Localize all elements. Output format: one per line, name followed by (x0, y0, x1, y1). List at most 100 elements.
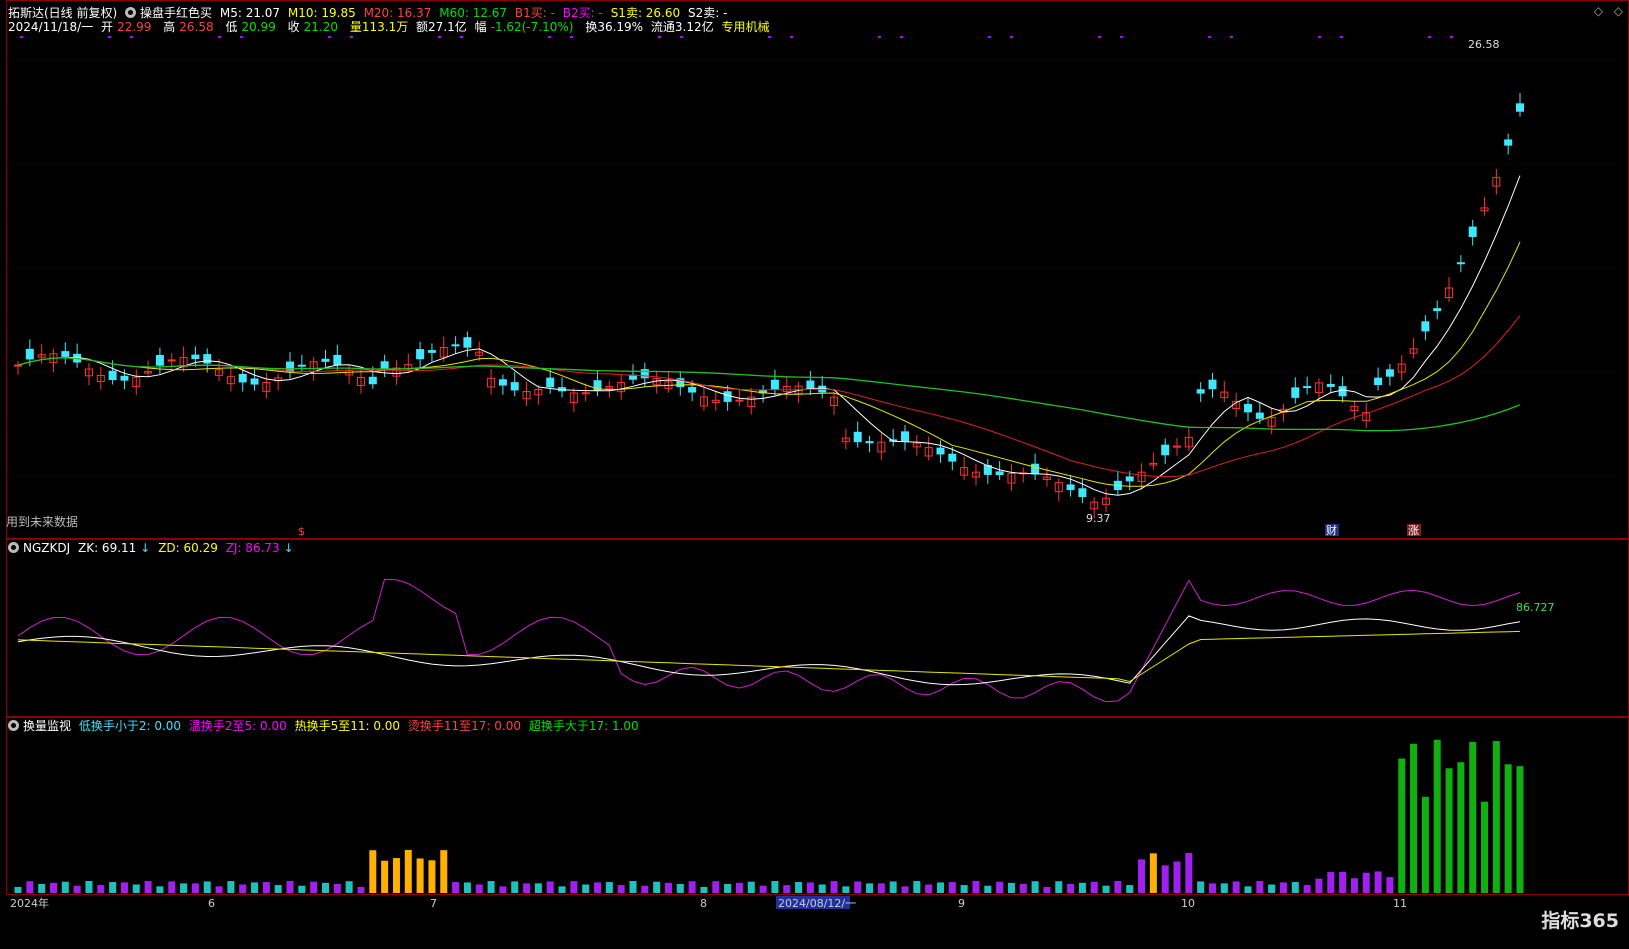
turnover-bar (298, 885, 306, 893)
turnover-bar (1504, 764, 1512, 893)
zj-value: ZJ: 86.73 (225, 541, 280, 555)
turnover-bar (132, 884, 140, 893)
turnover-bar (14, 887, 22, 893)
turnover-bar (1481, 801, 1489, 893)
candle-body (25, 348, 34, 360)
candle-body (238, 373, 247, 383)
x-axis-label: 10 (1181, 897, 1195, 910)
turnover-bar (735, 882, 743, 893)
candle-body (1374, 377, 1383, 386)
turnover-bar (1279, 882, 1287, 893)
turnover-bar (795, 882, 803, 893)
turnover-bar (156, 886, 164, 893)
turnover-bar (487, 881, 495, 893)
turnover-bar (842, 886, 850, 893)
zd-line (17, 630, 1521, 683)
candle-body (936, 447, 945, 455)
turnover-bar (1185, 853, 1193, 893)
turnover-bar (653, 881, 661, 893)
turnover-bar (960, 885, 968, 893)
turnover-bar (676, 883, 684, 893)
candle-body (1066, 484, 1075, 491)
turnover-name[interactable]: 换量监视 (23, 719, 71, 733)
x-axis-label: 8 (700, 897, 707, 910)
candle-body (1255, 412, 1264, 419)
turnover-bar (85, 881, 93, 893)
signal-dot (438, 36, 441, 38)
candle-body (203, 354, 212, 364)
turnover-bar (1516, 766, 1524, 893)
turnover-bar (286, 881, 294, 893)
signal-dot (1318, 36, 1321, 38)
turnover-bar (274, 885, 282, 893)
candle-body (1326, 383, 1335, 387)
signal-dot (988, 36, 991, 38)
turnover-bar (1232, 881, 1240, 893)
settings-gear-icon[interactable] (8, 720, 19, 731)
candle-body (688, 386, 697, 393)
turnover-bar (73, 885, 81, 893)
turnover-header: 换量监视 低换手小于2: 0.00 温换手2至5: 0.00 热换手5至11: … (8, 719, 643, 733)
zk-value: ZK: 69.11 (77, 541, 137, 555)
turnover-bar (570, 881, 578, 893)
candle-body (1504, 139, 1513, 146)
turnover-bar (203, 881, 211, 893)
candle-body (1208, 379, 1217, 390)
signal-dot (350, 36, 353, 38)
x-axis-label: 2024年 (10, 896, 49, 910)
signal-dot (1120, 36, 1123, 38)
turnover-bar (747, 881, 755, 893)
ngzkdj-name[interactable]: NGZKDJ (23, 541, 70, 555)
signal-dot (1230, 36, 1233, 38)
turnover-bar (428, 860, 436, 893)
signal-dot (108, 36, 111, 38)
turnover-bar (463, 882, 471, 893)
turnover-bar (1055, 881, 1063, 893)
signal-dot (1098, 36, 1101, 38)
turnover-bar (1362, 872, 1370, 893)
signal-dot (20, 36, 23, 38)
event-marker-cai: 财 (1326, 523, 1337, 537)
turnover-bar (759, 885, 767, 893)
turnover-bar (26, 881, 34, 893)
turnover-bar (38, 883, 46, 893)
signal-dot (878, 36, 881, 38)
signal-dot (130, 36, 133, 38)
candle-body (901, 431, 910, 442)
turnover-bar (1114, 881, 1122, 893)
turnover-bar (972, 881, 980, 893)
chart-svg[interactable]: 26.58 9.37 $ 财 涨 86.727 2024年 6 7 8 2024/08/12/一 9 1… (0, 0, 1629, 949)
candle-body (1456, 262, 1465, 265)
turnover-bar (180, 883, 188, 893)
turnover-bar (984, 885, 992, 893)
turnover-bar (724, 883, 732, 893)
signal-dot (328, 36, 331, 38)
turnover-bar (1067, 883, 1075, 893)
candle-body (463, 337, 472, 348)
turnover-bar (168, 881, 176, 893)
settings-gear-icon[interactable] (8, 542, 19, 553)
turnover-bar (712, 881, 720, 893)
turnover-bar (1031, 881, 1039, 893)
turnover-bar (594, 882, 602, 893)
turnover-bar (333, 883, 341, 893)
ma10-line (17, 241, 1521, 487)
candle-body (120, 375, 129, 381)
candle-body (770, 379, 779, 390)
turnover-bar (996, 881, 1004, 893)
turnover-bar (830, 881, 838, 893)
turnover-bar (889, 881, 897, 893)
turnover-bar (120, 882, 128, 893)
turnover-bar (511, 881, 519, 893)
turnover-bar (97, 885, 105, 893)
turnover-bar (1457, 762, 1465, 893)
turnover-bar (664, 882, 672, 893)
turnover-bar (109, 882, 117, 893)
turnover-bar (1492, 741, 1500, 893)
turnover-bar (1078, 882, 1086, 893)
turnover-bar (1126, 885, 1134, 893)
signal-dot (1428, 36, 1431, 38)
signal-dot (1340, 36, 1343, 38)
turnover-bar (948, 882, 956, 893)
turnover-bar (49, 882, 57, 893)
